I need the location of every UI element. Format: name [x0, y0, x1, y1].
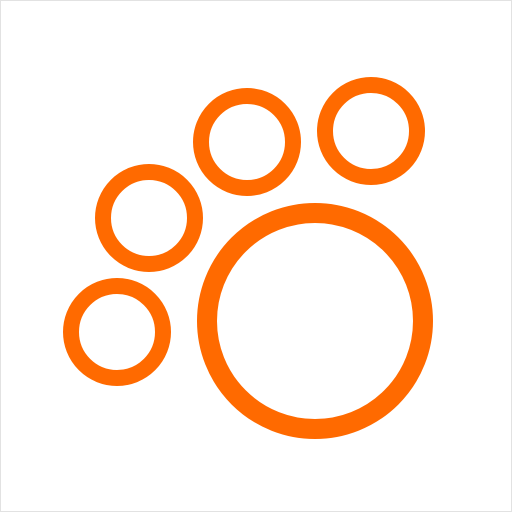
- paw-toe-ring-middle-right: [193, 88, 301, 196]
- paw-print-icon: [63, 77, 433, 439]
- paw-pad-ring: [197, 203, 433, 439]
- paw-toe-ring-top-right: [317, 77, 425, 185]
- app-icon-canvas: [0, 0, 512, 512]
- paw-toe-ring-bottom-left: [63, 278, 171, 386]
- paw-toe-ring-middle-left: [95, 164, 203, 272]
